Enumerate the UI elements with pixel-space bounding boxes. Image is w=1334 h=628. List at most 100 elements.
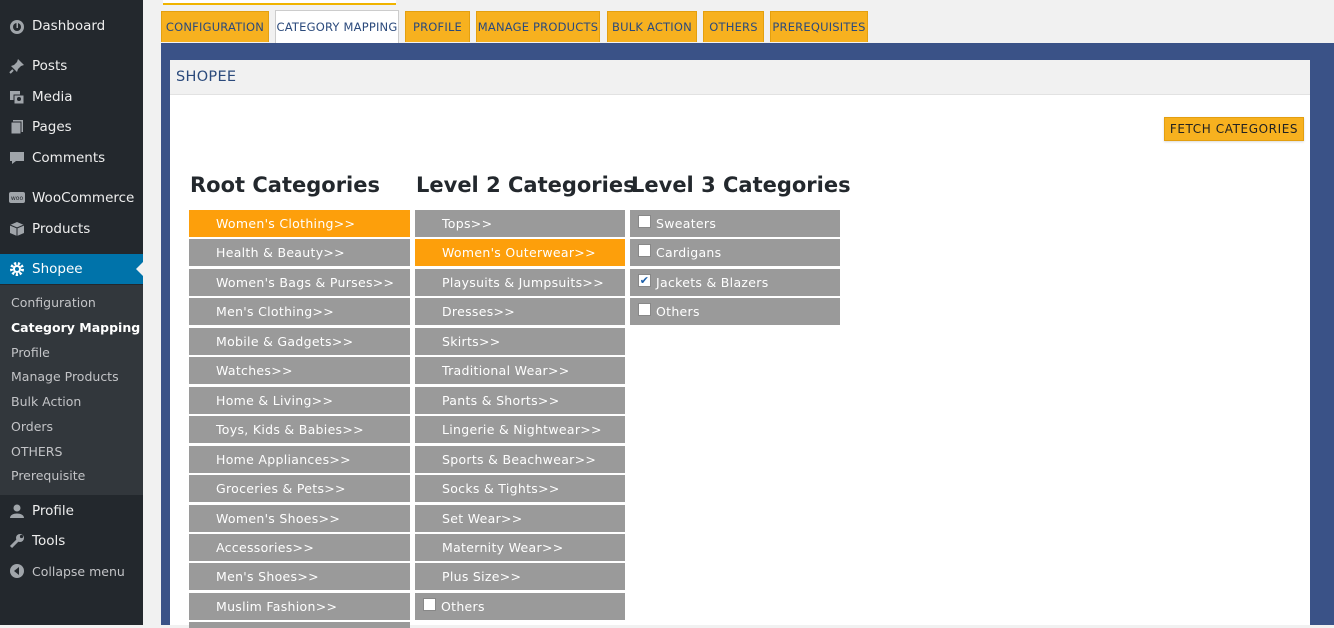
root-category-item[interactable]: Mobile & Gadgets>> (189, 328, 410, 355)
root-category-item[interactable]: Groceries & Pets>> (189, 475, 410, 502)
level2-category-item[interactable]: Pants & Shorts>> (415, 387, 625, 414)
submenu-prerequisite[interactable]: Prerequisite (11, 468, 85, 483)
svg-text:woo: woo (11, 195, 24, 202)
collapse-menu[interactable]: Collapse menu (0, 556, 143, 586)
category-checkbox[interactable]: ✔ (638, 274, 651, 287)
category-checkbox[interactable] (638, 303, 651, 316)
menu-posts[interactable]: Posts (0, 51, 143, 81)
level2-category-item[interactable]: Lingerie & Nightwear>> (415, 416, 625, 443)
level2-category-item[interactable]: Skirts>> (415, 328, 625, 355)
woocommerce-icon: woo (8, 189, 26, 207)
menu-tools[interactable]: Tools (0, 526, 143, 556)
root-category-item[interactable]: Home Appliances>> (189, 446, 410, 473)
category-label: Women's Clothing>> (216, 216, 356, 231)
menu-profile-label: Profile (32, 503, 74, 519)
category-label: Home & Living>> (216, 393, 334, 408)
submenu-category-mapping[interactable]: Category Mapping (11, 320, 140, 335)
submenu-manage-products[interactable]: Manage Products (11, 369, 119, 384)
tab-bulk-action[interactable]: BULK ACTION (607, 11, 697, 42)
fetch-categories-button[interactable]: FETCH CATEGORIES (1164, 117, 1304, 141)
level2-category-item[interactable]: Set Wear>> (415, 505, 625, 532)
tab-profile[interactable]: PROFILE (405, 11, 470, 42)
category-checkbox[interactable] (423, 598, 436, 611)
category-checkbox[interactable] (638, 215, 651, 228)
level2-category-item[interactable]: Sports & Beachwear>> (415, 446, 625, 473)
tab-others[interactable]: OTHERS (703, 11, 764, 42)
level2-category-item[interactable]: Playsuits & Jumpsuits>> (415, 269, 625, 296)
level2-category-item[interactable]: Tops>> (415, 210, 625, 237)
root-categories-title: Root Categories (190, 173, 380, 197)
root-category-item[interactable]: Muslim Fashion>> (189, 593, 410, 620)
menu-woocommerce[interactable]: woo WooCommerce (0, 183, 143, 213)
root-category-item[interactable]: Health & Beauty>> (189, 239, 410, 266)
tab-manage-products[interactable]: MANAGE PRODUCTS (476, 11, 600, 42)
level2-category-item[interactable]: Dresses>> (415, 298, 625, 325)
category-label: Mobile & Gadgets>> (216, 334, 354, 349)
level2-category-item[interactable]: Plus Size>> (415, 563, 625, 590)
menu-comments[interactable]: Comments (0, 143, 143, 173)
root-category-item[interactable]: Home & Living>> (189, 387, 410, 414)
menu-products-label: Products (32, 221, 91, 237)
level2-category-item[interactable]: Women's Outerwear>> (415, 239, 625, 266)
level2-category-item[interactable]: Maternity Wear>> (415, 534, 625, 561)
menu-dashboard[interactable]: Dashboard (0, 11, 143, 41)
category-label: Others (656, 304, 700, 319)
category-label: Women's Shoes>> (216, 511, 341, 526)
category-label: Health & Beauty>> (216, 245, 345, 260)
menu-tools-label: Tools (32, 533, 66, 549)
tab-configuration[interactable]: CONFIGURATION (161, 11, 269, 42)
root-category-item[interactable]: Men's Shoes>> (189, 563, 410, 590)
category-checkbox[interactable] (638, 244, 651, 257)
pin-icon (8, 57, 26, 75)
level2-category-item[interactable]: Socks & Tights>> (415, 475, 625, 502)
root-category-item[interactable]: Accessories>> (189, 534, 410, 561)
menu-pages-label: Pages (32, 119, 72, 135)
root-category-item[interactable]: Toys, Kids & Babies>> (189, 416, 410, 443)
tab-prerequisites[interactable]: PREREQUISITES (770, 11, 868, 42)
category-label: Women's Bags & Purses>> (216, 275, 395, 290)
submenu-bulk-action[interactable]: Bulk Action (11, 394, 81, 409)
submenu-others[interactable]: OTHERS (11, 444, 62, 459)
submenu-configuration[interactable]: Configuration (11, 295, 96, 310)
menu-media[interactable]: Media (0, 82, 143, 112)
root-category-item[interactable]: Men's Clothing>> (189, 298, 410, 325)
menu-comments-label: Comments (32, 150, 106, 166)
category-label: Watches>> (216, 363, 293, 378)
category-label: Traditional Wear>> (442, 363, 570, 378)
root-category-item[interactable]: Women's Clothing>> (189, 210, 410, 237)
menu-pages[interactable]: Pages (0, 112, 143, 142)
panel-header: SHOPEE (170, 60, 1310, 95)
tab-category-mapping[interactable]: CATEGORY MAPPING (275, 10, 399, 43)
category-label: Men's Shoes>> (216, 569, 319, 584)
menu-shopee[interactable]: Shopee (0, 254, 143, 284)
category-label: Skirts>> (442, 334, 501, 349)
menu-profile[interactable]: Profile (0, 496, 143, 526)
category-label: Dresses>> (442, 304, 516, 319)
category-label: Muslim Fashion>> (216, 599, 338, 614)
top-input-edge (163, 0, 396, 5)
level3-category-item[interactable]: Cardigans (630, 239, 840, 266)
level2-category-item[interactable]: Traditional Wear>> (415, 357, 625, 384)
level2-categories-title: Level 2 Categories (416, 173, 636, 197)
category-label: Others (441, 599, 485, 614)
level2-category-item[interactable]: Others (415, 593, 625, 620)
submenu-orders[interactable]: Orders (11, 419, 53, 434)
root-category-item[interactable]: Women's Bags & Purses>> (189, 269, 410, 296)
category-label: Maternity Wear>> (442, 540, 564, 555)
wrench-icon (8, 532, 26, 550)
category-label: Cardigans (656, 245, 722, 260)
level3-category-item[interactable]: Sweaters (630, 210, 840, 237)
category-label: Tops>> (442, 216, 493, 231)
root-category-item[interactable] (189, 622, 410, 628)
category-label: Home Appliances>> (216, 452, 351, 467)
root-category-item[interactable]: Women's Shoes>> (189, 505, 410, 532)
level3-categories-title: Level 3 Categories (631, 173, 851, 197)
level3-category-item[interactable]: ✔ Jackets & Blazers (630, 269, 840, 296)
dashboard-icon (8, 17, 26, 35)
submenu-profile[interactable]: Profile (11, 345, 50, 360)
media-icon (8, 88, 26, 106)
root-category-item[interactable]: Watches>> (189, 357, 410, 384)
level3-category-item[interactable]: Others (630, 298, 840, 325)
comment-icon (8, 149, 26, 167)
menu-products[interactable]: Products (0, 214, 143, 244)
